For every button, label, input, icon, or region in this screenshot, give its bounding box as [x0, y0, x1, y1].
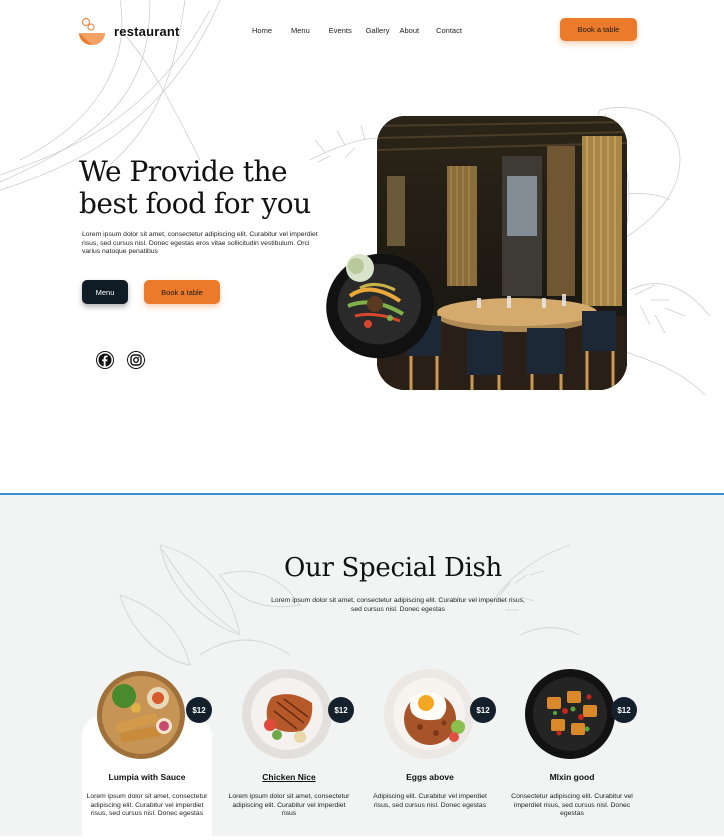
- nav-about[interactable]: About: [399, 26, 419, 35]
- chicken-dish-image: [242, 669, 332, 759]
- nav-contact[interactable]: Contact: [436, 26, 462, 35]
- menu-button[interactable]: Menu: [82, 280, 128, 304]
- dish-description: Adipiscing elit. Curabitur vel imperdiet…: [373, 793, 487, 809]
- price-badge: $12: [611, 697, 637, 723]
- hero-title: We Provide the best food for you: [79, 156, 369, 220]
- main-nav: Home Menu Events Gallery About Contact: [252, 26, 462, 35]
- nav-events[interactable]: Events: [329, 26, 352, 35]
- bowl-logo-icon: [78, 16, 106, 46]
- dish-name: Lumpia with Sauce: [108, 772, 186, 782]
- dish-name-link[interactable]: Chicken Nice: [219, 772, 359, 782]
- nav-home[interactable]: Home: [252, 26, 272, 35]
- dish-name: Eggs above: [406, 772, 454, 782]
- hero-book-table-button[interactable]: Book a table: [144, 280, 220, 304]
- hero-description: Lorem ipsum dolor sit amet, consectetur …: [82, 231, 318, 256]
- logo[interactable]: restaurant: [78, 16, 180, 46]
- price-badge: $12: [470, 697, 496, 723]
- salad-plate-image: [326, 253, 434, 359]
- hero-title-line1: We Provide the: [79, 155, 288, 188]
- hero-title-line2: best food for you: [79, 187, 311, 220]
- lumpia-dish-image: [97, 671, 185, 759]
- nav-gallery[interactable]: Gallery: [366, 26, 390, 35]
- dish-name: Mlxin good: [549, 772, 595, 782]
- eggs-dish-image: [384, 669, 474, 759]
- dish-description: Consectetur adipiscing elit. Curabitur v…: [511, 793, 633, 818]
- special-dish-description: Lorem ipsum dolor sit amet, consectetur …: [271, 597, 525, 613]
- price-badge: $12: [328, 697, 354, 723]
- special-dish-title: Our Special Dish: [283, 553, 502, 583]
- logo-text: restaurant: [114, 23, 180, 39]
- instagram-icon[interactable]: [127, 351, 145, 369]
- nav-menu[interactable]: Menu: [291, 26, 310, 35]
- price-badge: $12: [186, 697, 212, 723]
- mixed-dish-image: [525, 669, 615, 759]
- header-book-table-button[interactable]: Book a table: [560, 18, 637, 41]
- facebook-icon[interactable]: [96, 351, 114, 369]
- dish-description: Lorem ipsum dolor sit amet, consectetur …: [86, 793, 208, 818]
- dish-description: Lorem ipsum dolor sit amet, consectetur …: [228, 793, 350, 818]
